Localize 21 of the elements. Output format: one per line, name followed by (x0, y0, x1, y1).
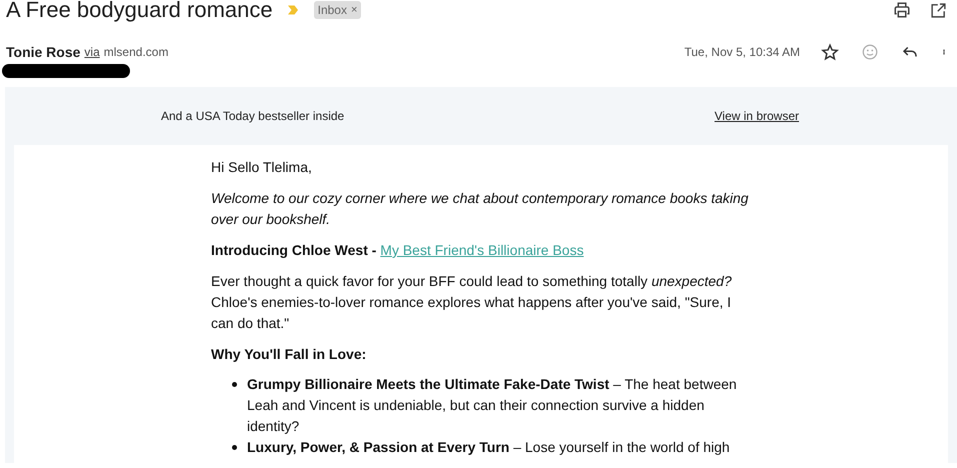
view-in-browser-link[interactable]: View in browser (714, 107, 799, 125)
remove-label-button[interactable]: × (350, 2, 358, 18)
bullet-icon (232, 382, 237, 387)
bullet-icon (232, 445, 237, 450)
book-intro-text: Introducing Chloe West - (211, 241, 378, 260)
via-link[interactable]: via (84, 43, 100, 61)
print-icon[interactable] (893, 1, 911, 19)
open-in-new-window-icon[interactable] (930, 2, 947, 18)
intro-paragraph: Welcome to our cozy corner where we chat about contemporary romance books taking over our bookshelf. (211, 189, 750, 229)
star-icon[interactable] (821, 43, 839, 61)
list-item-text: Grumpy Billionaire Meets the Ultimate Fake-Date Twist – The heat between Leah and Vincent is undeniable, but can their connection survive a hidden identity? (247, 375, 738, 436)
sender-name: Tonie Rose (6, 42, 80, 62)
description-paragraph: Ever thought a quick favor for your BFF could lead to something totally unexpected? Chloe's enemies-to-lover romance explores what happens after you've said, "Sure, I can do that." (211, 272, 733, 333)
sender-domain: mlsend.com (104, 44, 168, 61)
label-text: Inbox (318, 2, 347, 19)
section-heading: Why You'll Fall in Love: (211, 345, 368, 364)
email-subject: A Free bodyguard romance (6, 0, 273, 21)
greeting-text: Hi Sello Tlelima, (211, 158, 313, 177)
preheader-text: And a USA Today bestseller inside (161, 108, 344, 125)
list-item-text: Luxury, Power, & Passion at Every Turn – Lose yourself in the world of high (247, 438, 731, 457)
email-date: Tue, Nov 5, 10:34 AM (684, 44, 800, 61)
